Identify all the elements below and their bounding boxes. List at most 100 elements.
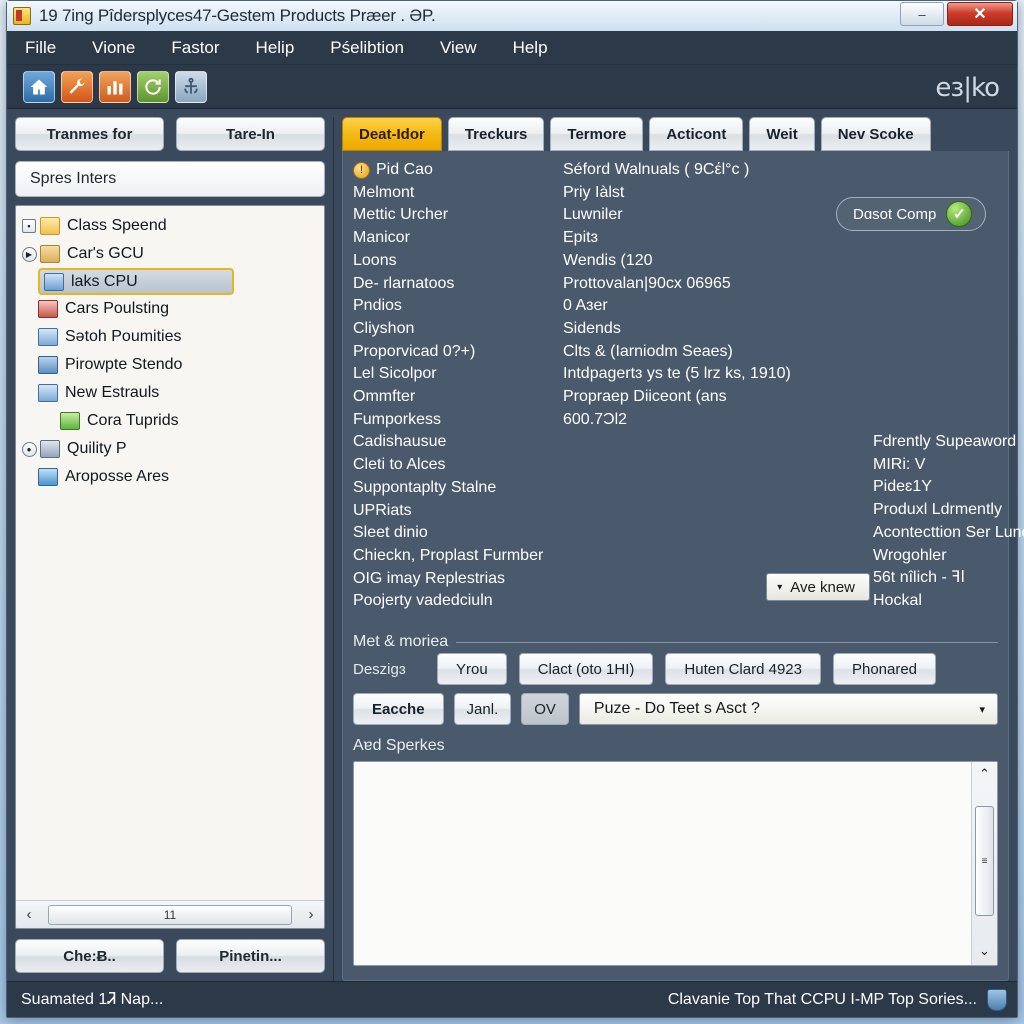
detail-label: Fumporkess (353, 410, 442, 428)
status-badge-label: Dɑsot Comp (853, 205, 937, 223)
detail-label: Cliyshon (353, 319, 415, 337)
detail-label: Cleti to Alces (353, 456, 446, 474)
group-row-1: Deszigɜ Yrou Clact (oto 1HI) Huten Clard… (353, 653, 998, 685)
application-icon (13, 7, 31, 25)
expand-toggle-icon[interactable]: ▪ (20, 217, 38, 235)
notes-textarea[interactable]: ⌃ ≡ ⌄ (353, 761, 998, 966)
menu-item-vione[interactable]: Vione (92, 38, 135, 58)
tree-item-laks-cpu[interactable]: laks CPU (38, 268, 234, 295)
notes-vertical-scrollbar[interactable]: ⌃ ≡ ⌄ (971, 762, 997, 965)
tree-view[interactable]: ▪ Class Speend ▶ Car's GCU laks CPU Cars… (15, 205, 325, 929)
tare-in-button[interactable]: Tare-In (176, 117, 325, 151)
menu-item-view[interactable]: View (440, 38, 477, 58)
toolbar: eɜ|ko (7, 65, 1017, 109)
home-icon[interactable] (23, 70, 55, 103)
clact-button[interactable]: Clact (oto 1HI) (518, 653, 654, 685)
menu-item-pselibtion[interactable]: Pśelibtion (330, 38, 404, 58)
detail-extra: Fdrently Supeaword (873, 433, 1017, 450)
detail-value: Wendis (120 (563, 251, 653, 269)
detail-label: UPRiats (353, 501, 412, 519)
tab-nev-scoke[interactable]: Nev Scoke (820, 117, 931, 151)
scroll-thumb[interactable]: ≡ (975, 806, 994, 917)
detail-label: Manicor (353, 229, 410, 247)
scroll-down-icon[interactable]: ⌄ (979, 943, 990, 961)
yrou-button[interactable]: Yrou (437, 653, 507, 685)
tree-item-new-estrauls[interactable]: New Estrauls (16, 379, 324, 407)
tab-weit[interactable]: Weit (749, 117, 815, 151)
wrench-icon[interactable] (61, 70, 93, 103)
notes-text[interactable] (354, 762, 971, 965)
scroll-track[interactable]: ≡ (972, 784, 997, 943)
tree-item-setoh-poumities[interactable]: Sətoh Poumities (16, 323, 324, 351)
tab-termore[interactable]: Termore (550, 117, 644, 151)
detail-label: Mettic Urcher (353, 206, 449, 224)
tree-item-cora-tuprids[interactable]: Cora Tuprids (16, 407, 324, 435)
phonared-button[interactable]: Phonared (832, 653, 937, 685)
tab-treckurs[interactable]: Treckurs (447, 117, 545, 151)
tree-item-aroposse-ares[interactable]: Aroposse Ares (16, 463, 324, 491)
status-right-group: Clavanie Top That CCPU I-MP Top Sories..… (668, 988, 1007, 1011)
window-controls: – ✕ (900, 2, 1013, 26)
tree-item-label: Aroposse Ares (65, 468, 170, 485)
detail-label: De- rlarnatoos (353, 274, 455, 292)
eacche-button[interactable]: Eacche (353, 693, 444, 725)
huten-clard-button[interactable]: Huten Clard 4923 (665, 653, 821, 685)
tab-deat-idor[interactable]: Deat-Idor (342, 117, 442, 151)
card-green-icon (60, 412, 80, 430)
inline-dropdown-label: Ave knew (790, 578, 855, 596)
menu-item-help[interactable]: Help (513, 38, 548, 58)
tree-item-cars-gcu[interactable]: ▶ Car's GCU (16, 240, 324, 268)
tab-acticont[interactable]: Acticont (649, 117, 744, 151)
search-input[interactable]: Spres Inters (15, 161, 325, 197)
puze-dropdown-value: Puze - Do Teet s Asct ? (593, 700, 760, 717)
left-bottom-button-row: Che:Ƀ.. Pinetin... (15, 939, 325, 973)
status-badge[interactable]: Dɑsot Comp ✓ (836, 197, 986, 231)
puze-dropdown[interactable]: Puze - Do Teet s Asct ? ▾ (578, 693, 998, 725)
collapse-toggle-icon[interactable]: ▶ (20, 245, 38, 263)
tree-item-label: Car's GCU (67, 245, 144, 262)
tree-horizontal-scrollbar[interactable]: ‹ 11 › (16, 900, 324, 928)
detail-extra: Produxl Ldrmently (873, 501, 1002, 519)
scroll-right-icon[interactable]: › (302, 906, 320, 923)
detail-label: Melmont (353, 183, 415, 201)
menu-item-helip[interactable]: Helip (256, 38, 295, 58)
janl-button[interactable]: Janl. (453, 693, 512, 725)
tree-item-pirowpte-stendo[interactable]: Pirowpte Stendo (16, 351, 324, 379)
close-button[interactable]: ✕ (947, 2, 1013, 26)
scroll-up-icon[interactable]: ⌃ (979, 766, 990, 784)
anchor-icon[interactable] (175, 70, 207, 103)
tree-item-label: Cars Poulsting (65, 300, 170, 317)
detail-label: OIG imay Replestrias (353, 569, 506, 587)
folder-open-icon (40, 245, 60, 263)
brand-logo: eɜ|ko (935, 73, 1000, 103)
menu-item-fastor[interactable]: Fastor (171, 38, 219, 58)
menu-item-file[interactable]: Fille (25, 38, 56, 58)
check-button[interactable]: Che:Ƀ.. (15, 939, 164, 973)
pinetin-button[interactable]: Pinetin... (176, 939, 325, 973)
scroll-thumb[interactable]: 11 (48, 904, 292, 925)
refresh-icon[interactable] (137, 70, 169, 103)
detail-column-labels: ! Pid Cao Melmont Mettic Urcher Manicor … (353, 159, 563, 629)
ov-button[interactable]: OV (521, 693, 569, 725)
title-bar: 19 7ing Pîdersplyces47-Gestem Products P… (7, 1, 1017, 31)
shield-icon (38, 468, 58, 486)
tree-item-label: Class Speend (67, 217, 167, 234)
gear-icon (40, 440, 60, 458)
tree-item-class-speend[interactable]: ▪ Class Speend (16, 212, 324, 240)
detail-label: Proporvicad 0?+) (353, 342, 476, 360)
tree-item-cars-poulsting[interactable]: Cars Poulsting (16, 295, 324, 323)
plug-blue-icon (38, 356, 58, 374)
check-circle-icon: ✓ (946, 201, 973, 227)
inline-dropdown-button[interactable]: ▾ Ave knew (766, 573, 870, 601)
tree-item-quility-p[interactable]: ● Quility P (16, 435, 324, 463)
detail-column-values: Séford Walnuals ( 9Cέl°c ) Priy Iàlst Lu… (563, 159, 873, 629)
chart-icon[interactable] (99, 70, 131, 103)
tree-item-label: Pirowpte Stendo (65, 356, 183, 373)
detail-value: Luwniler (563, 206, 623, 224)
detail-label: Pid Cao (376, 161, 433, 178)
detail-label: Loons (353, 251, 397, 269)
tranmes-for-button[interactable]: Tranmes for (15, 117, 164, 151)
radio-toggle-icon[interactable]: ● (20, 440, 38, 458)
minimize-button[interactable]: – (900, 2, 944, 26)
scroll-left-icon[interactable]: ‹ (20, 906, 38, 923)
